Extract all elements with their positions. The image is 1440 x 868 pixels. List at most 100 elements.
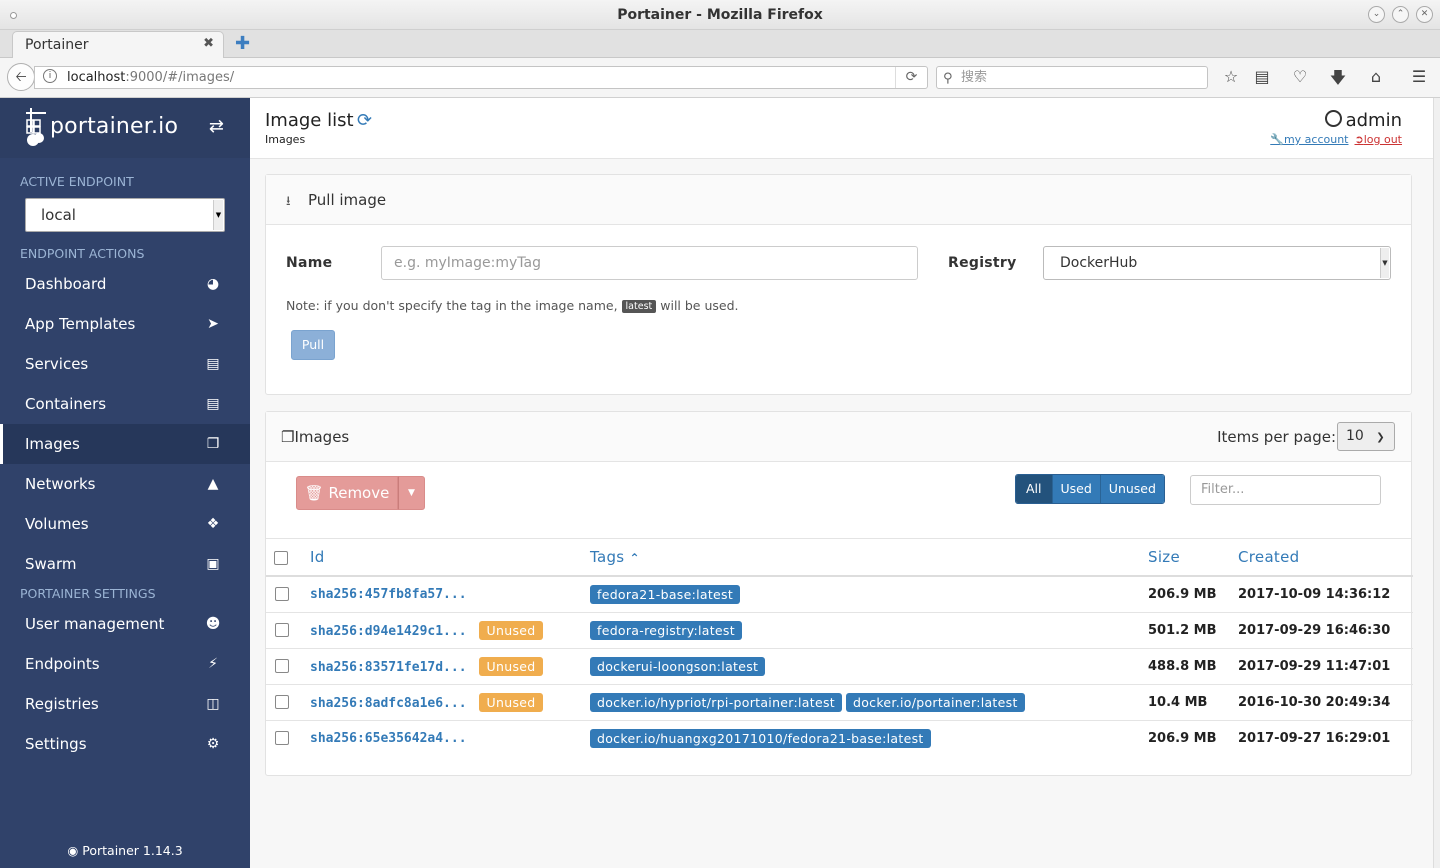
tab-strip: Portainer ✖ ✚ <box>0 30 1440 59</box>
sidebar-item-label: Networks <box>25 475 96 493</box>
unused-badge: Unused <box>478 692 544 712</box>
portainer-settings-title: PORTAINER SETTINGS <box>20 586 156 601</box>
portainer-logo-icon[interactable] <box>24 106 48 146</box>
sidebar-item-volumes[interactable]: Volumes ❖ <box>0 504 250 544</box>
row-checkbox[interactable] <box>275 695 289 709</box>
tags-cell: fedora21-base:latest <box>590 575 1148 612</box>
images-panel: ❐Images Items per page: 10 ❯ 🗑 Remove ▼ … <box>265 411 1413 776</box>
close-window-icon[interactable]: ✕ <box>1416 6 1433 23</box>
sort-asc-icon: ⌃ <box>629 551 640 565</box>
browser-tab[interactable]: Portainer ✖ <box>12 31 224 59</box>
images-table-body: sha256:457fb8fa57... fedora21-base:lates… <box>266 575 1413 756</box>
note-text: Note: if you don't specify the tag in th… <box>286 298 618 313</box>
sidebar-item-networks[interactable]: Networks ▲ <box>0 464 250 504</box>
active-endpoint-title: ACTIVE ENDPOINT <box>20 174 134 189</box>
new-tab-icon[interactable]: ✚ <box>235 33 250 54</box>
sidebar-item-app-templates[interactable]: App Templates ➤ <box>0 304 250 344</box>
caret-down-icon: ▼ <box>408 488 415 498</box>
id-cell: sha256:65e35642a4... <box>296 719 590 756</box>
tab-close-icon[interactable]: ✖ <box>203 36 214 51</box>
pull-button[interactable]: Pull <box>291 330 335 360</box>
image-id-link[interactable]: sha256:457fb8fa57... <box>310 587 467 602</box>
page-scrollbar[interactable] <box>1433 98 1440 868</box>
tags-column-header[interactable]: Tags ⌃ <box>590 539 1148 577</box>
bookmark-star-icon[interactable]: ☆ <box>1220 67 1242 86</box>
brand-name[interactable]: portainer.io <box>50 114 178 139</box>
filter-input[interactable]: Filter... <box>1190 475 1381 505</box>
filter-used-button[interactable]: Used <box>1051 475 1100 503</box>
select-all-cell <box>266 539 296 577</box>
sidebar-item-endpoints[interactable]: Endpoints ⚡ <box>0 644 250 684</box>
sidebar-item-label: User management <box>25 615 165 633</box>
sidebar-item-dashboard[interactable]: Dashboard ◕ <box>0 264 250 304</box>
sidebar-item-registries[interactable]: Registries ◫ <box>0 684 250 724</box>
reload-icon[interactable]: ⟳ <box>895 67 927 88</box>
search-input[interactable]: ⚲ 搜索 <box>936 66 1208 89</box>
row-checkbox[interactable] <box>275 623 289 637</box>
swap-endpoint-icon[interactable]: ⇄ <box>209 116 224 137</box>
endpoint-actions-title: ENDPOINT ACTIONS <box>20 246 145 261</box>
image-id-link[interactable]: sha256:8adfc8a1e6... <box>310 696 467 711</box>
size-column-header[interactable]: Size <box>1148 539 1238 577</box>
download-icon: ⭳ <box>286 194 291 209</box>
back-arrow-icon[interactable]: 🡠 <box>7 63 35 91</box>
page-header: Image list ⟳ Images admin 🔧my account ➲lo… <box>250 98 1433 159</box>
image-id-link[interactable]: sha256:65e35642a4... <box>310 731 467 746</box>
window-titlebar: Portainer - Mozilla Firefox ⌄ ⌃ ✕ <box>0 0 1440 30</box>
log-out-link[interactable]: ➲log out <box>1355 133 1403 146</box>
created-column-header[interactable]: Created <box>1238 539 1413 577</box>
size-cell: 206.9 MB <box>1148 575 1238 612</box>
url-bar[interactable]: i localhost:9000/#/images/ ⟳ <box>34 66 928 89</box>
row-checkbox[interactable] <box>275 731 289 746</box>
sidebar-item-containers[interactable]: Containers ▤ <box>0 384 250 424</box>
sidebar-item-label: Services <box>25 355 89 373</box>
endpoint-select[interactable]: local ▼ <box>25 198 225 232</box>
image-id-link[interactable]: sha256:83571fe17d... <box>310 660 467 675</box>
sidebar-item-images[interactable]: Images ❐ <box>0 424 250 464</box>
refresh-icon[interactable]: ⟳ <box>357 110 372 131</box>
clone-icon: ❐ <box>281 428 295 446</box>
sidebar-item-settings[interactable]: Settings ⚙ <box>0 724 250 764</box>
row-checkbox[interactable] <box>275 659 289 673</box>
hamburger-menu-icon[interactable]: ☰ <box>1408 67 1430 86</box>
registry-value: DockerHub <box>1060 255 1138 271</box>
row-checkbox[interactable] <box>275 587 289 602</box>
items-per-page-select[interactable]: 10 ❯ <box>1337 422 1395 451</box>
minimize-icon[interactable]: ⌄ <box>1368 6 1385 23</box>
created-cell: 2017-09-27 16:29:01 <box>1238 719 1413 756</box>
images-title: Images <box>294 428 350 446</box>
pocket-icon[interactable]: ♡ <box>1289 67 1311 86</box>
id-column-header[interactable]: Id <box>296 539 590 577</box>
select-all-checkbox[interactable] <box>274 550 288 565</box>
image-name-input[interactable]: e.g. myImage:myTag <box>381 246 918 280</box>
database-icon: ◫ <box>206 696 220 712</box>
sidebar-item-user-management[interactable]: User management ☻ <box>0 604 250 644</box>
row-select-cell <box>266 683 296 720</box>
download-icon[interactable]: 🡇 <box>1327 67 1349 94</box>
images-header: ❐Images Items per page: 10 ❯ <box>266 412 1411 462</box>
filter-all-button[interactable]: All <box>1016 475 1052 503</box>
remove-options-dropdown[interactable]: ▼ <box>398 476 425 510</box>
info-icon[interactable]: i <box>43 69 57 83</box>
image-id-link[interactable]: sha256:d94e1429c1... <box>310 624 467 639</box>
maximize-icon[interactable]: ⌃ <box>1392 6 1409 23</box>
clone-icon: ❐ <box>206 436 220 452</box>
version-label[interactable]: Portainer 1.14.3 <box>82 843 182 858</box>
search-placeholder: 搜索 <box>961 70 988 85</box>
table-row: sha256:d94e1429c1... Unused fedora-regist… <box>266 611 1413 648</box>
size-cell: 10.4 MB <box>1148 683 1238 720</box>
sidebar-item-services[interactable]: Services ▤ <box>0 344 250 384</box>
tags-cell: docker.io/huangxg20171010/fedora21-base:… <box>590 719 1148 756</box>
window-menu-icon[interactable] <box>10 12 17 19</box>
home-icon[interactable]: ⌂ <box>1365 67 1387 86</box>
github-icon: ◉ <box>67 843 79 858</box>
registry-select[interactable]: DockerHub ▼ <box>1043 246 1391 280</box>
reading-list-icon[interactable]: ▤ <box>1251 67 1273 86</box>
my-account-link[interactable]: 🔧my account <box>1270 133 1348 146</box>
user-circle-icon <box>1324 110 1342 127</box>
filter-unused-button[interactable]: Unused <box>1099 475 1164 503</box>
unused-badge: Unused <box>478 656 544 676</box>
remove-button[interactable]: 🗑 Remove <box>296 476 398 510</box>
filter-placeholder: Filter... <box>1201 482 1245 497</box>
sidebar-item-swarm[interactable]: Swarm ▣ <box>0 544 250 584</box>
